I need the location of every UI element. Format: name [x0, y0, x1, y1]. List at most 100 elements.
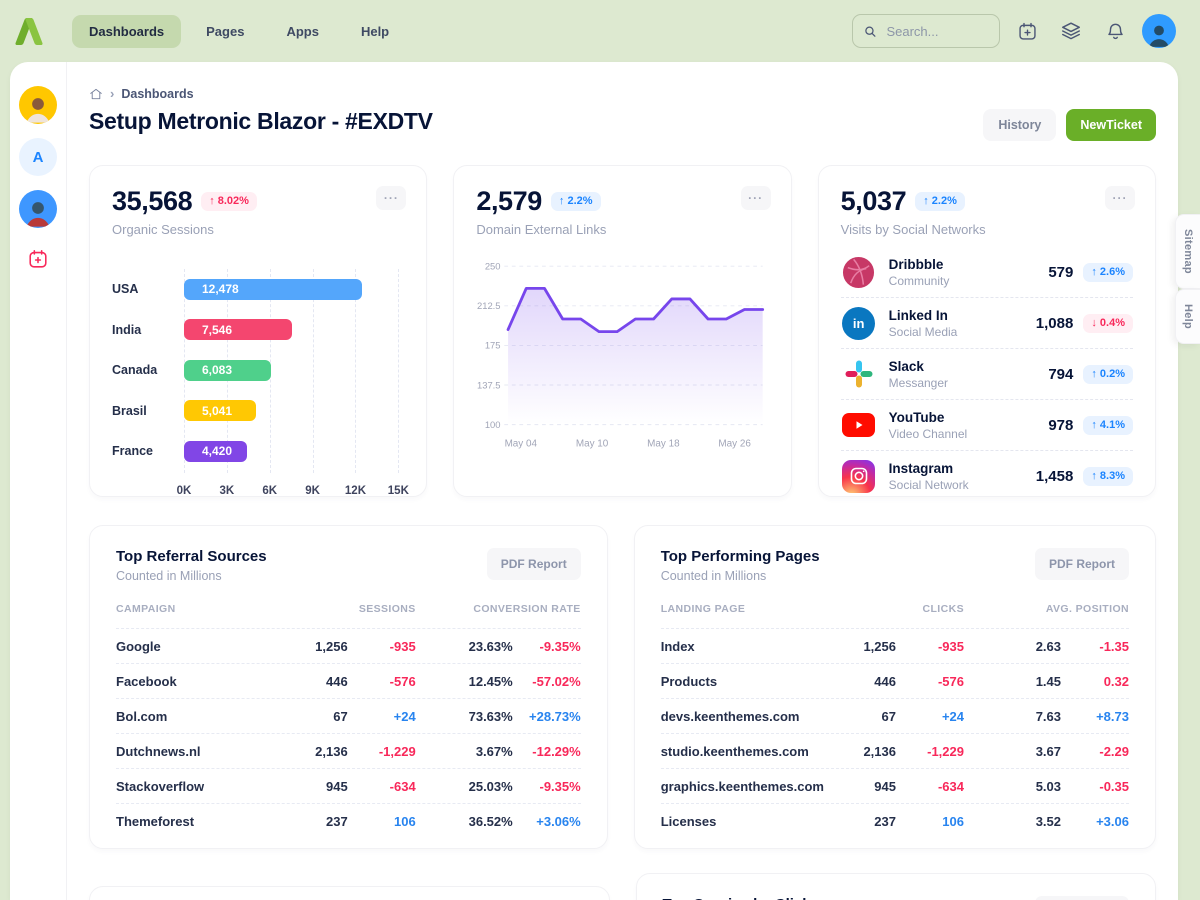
- page-content: › Dashboards Setup Metronic Blazor - #EX…: [67, 62, 1178, 900]
- metric-delta: -1,229: [904, 744, 964, 759]
- bar[interactable]: 7,546: [184, 319, 292, 340]
- apps-layers-button[interactable]: [1054, 14, 1088, 48]
- dots-menu-button[interactable]: ···: [1105, 186, 1135, 210]
- table-titles: Top Referral SourcesCounted in Millions: [116, 548, 267, 583]
- metronic-logo[interactable]: [20, 18, 38, 45]
- table-row: graphics.keenthemes.com945-6345.03-0.35: [661, 768, 1129, 803]
- row-metric-2: 3.52 +3.06: [964, 814, 1129, 829]
- history-button[interactable]: History: [983, 109, 1056, 141]
- metric-value: 12.45%: [469, 674, 513, 689]
- social-visits-card: 5,037 ↑ 2.2% Visits by Social Networks ·…: [818, 165, 1156, 497]
- metric-delta: -1,229: [356, 744, 416, 759]
- metric-value: 36.52%: [469, 814, 513, 829]
- svg-text:May 26: May 26: [719, 438, 752, 449]
- domain-links-card: 2,579 ↑ 2.2% Domain External Links ··· 2…: [453, 165, 791, 497]
- calendar-add-button[interactable]: [1010, 14, 1044, 48]
- bar[interactable]: 6,083: [184, 360, 271, 381]
- social-value: 794: [1048, 366, 1073, 383]
- bar-value-label: 4,420: [202, 444, 232, 458]
- metric-value: 3.52: [1036, 814, 1061, 829]
- dots-menu-button[interactable]: ···: [376, 186, 406, 210]
- svg-text:May 04: May 04: [505, 438, 538, 449]
- breadcrumb-item[interactable]: Dashboards: [121, 87, 193, 101]
- bar[interactable]: 12,478: [184, 279, 362, 300]
- sitemap-side-tab[interactable]: Sitemap: [1175, 214, 1200, 289]
- metric-delta: -12.29%: [521, 744, 581, 759]
- help-side-tab[interactable]: Help: [1175, 289, 1200, 344]
- row-metric-2: 2.63-1.35: [964, 639, 1129, 654]
- bar-track: 7,546: [184, 319, 398, 340]
- bar-track: 6,083: [184, 360, 398, 381]
- nav-item-help[interactable]: Help: [344, 15, 406, 48]
- social-networks-list: DribbbleCommunity579↑ 2.6%inLinked InSoc…: [841, 247, 1133, 501]
- metric-value: 446: [874, 674, 896, 689]
- row-metric-2: 36.52%+3.06%: [416, 814, 581, 829]
- row-metric-2: 5.03-0.35: [964, 779, 1129, 794]
- user-avatar[interactable]: [1142, 14, 1176, 48]
- social-text: YouTubeVideo Channel: [889, 410, 968, 441]
- stat-delta-badge: ↑ 8.02%: [201, 192, 257, 211]
- social-text: SlackMessanger: [889, 359, 948, 390]
- metric-value: 1,256: [863, 639, 896, 654]
- social-metrics: 579↑ 2.6%: [1048, 263, 1133, 282]
- table-row: studio.keenthemes.com2,136-1,2293.67-2.2…: [661, 733, 1129, 768]
- metric-value: 2.63: [1036, 639, 1061, 654]
- left-rail: A: [10, 62, 67, 900]
- rail-add-event-button[interactable]: [21, 242, 55, 276]
- bar-value-label: 7,546: [202, 323, 232, 337]
- social-desc: Video Channel: [889, 427, 968, 441]
- linkedin-icon-wrap: in: [841, 305, 877, 341]
- x-tick-label: 12K: [345, 485, 366, 497]
- dots-menu-button[interactable]: ···: [741, 186, 771, 210]
- table-column-header: AVG. POSITION: [964, 603, 1129, 615]
- table-card-header: Top Performing PagesCounted in MillionsP…: [661, 548, 1129, 583]
- nav-item-dashboards[interactable]: Dashboards: [72, 15, 181, 48]
- metric-value: 446: [326, 674, 348, 689]
- new-ticket-button[interactable]: NewTicket: [1066, 109, 1156, 141]
- bar[interactable]: 4,420: [184, 441, 247, 462]
- area-chart-svg: 250212.5175137.5100 May 04May 10May 18Ma…: [476, 253, 768, 453]
- bar-category-label: Canada: [112, 363, 184, 377]
- calendar-plus-icon: [27, 248, 49, 270]
- nav-item-pages[interactable]: Pages: [189, 15, 261, 48]
- person-silhouette-icon: [22, 196, 54, 228]
- notifications-button[interactable]: [1098, 14, 1132, 48]
- stat-cards-row: 35,568 ↑ 8.02% Organic Sessions ··· USA1…: [89, 165, 1156, 497]
- social-metrics: 1,088↓ 0.4%: [1036, 314, 1133, 333]
- social-metrics: 794↑ 0.2%: [1048, 365, 1133, 384]
- social-list-item: YouTubeVideo Channel978↑ 4.1%: [841, 400, 1133, 451]
- row-metric-1: 237106: [276, 814, 416, 829]
- metric-delta: -0.35: [1069, 779, 1129, 794]
- row-metric-1: 1,256-935: [276, 639, 416, 654]
- bar-category-label: USA: [112, 282, 184, 296]
- instagram-icon-wrap: [841, 458, 877, 494]
- bar[interactable]: 5,041: [184, 400, 256, 421]
- pdf-report-button[interactable]: PDF Report: [487, 548, 581, 580]
- home-icon[interactable]: [89, 87, 103, 101]
- bar-row: India7,546: [112, 310, 404, 351]
- bar-value-label: 6,083: [202, 363, 232, 377]
- table-column-header: CAMPAIGN: [116, 603, 276, 615]
- nav-item-apps[interactable]: Apps: [269, 15, 336, 48]
- social-name: Instagram: [889, 461, 969, 476]
- table-row: Google1,256-93523.63%-9.35%: [116, 628, 581, 663]
- x-tick-label: 3K: [220, 485, 235, 497]
- metric-value: 2,136: [315, 744, 348, 759]
- stat-value: 2,579: [476, 186, 542, 217]
- pdf-report-button[interactable]: PDF Report: [1035, 896, 1129, 900]
- rail-avatar-letter[interactable]: A: [19, 138, 57, 176]
- search-input[interactable]: [884, 23, 988, 40]
- search-box[interactable]: [852, 14, 1000, 48]
- metric-delta: +3.06: [1069, 814, 1129, 829]
- bar-track: 12,478: [184, 279, 398, 300]
- row-name: studio.keenthemes.com: [661, 744, 824, 759]
- table-column-header: SESSIONS: [276, 603, 416, 615]
- table-row: Bol.com67+2473.63%+28.73%: [116, 698, 581, 733]
- row-name: Facebook: [116, 674, 276, 689]
- rail-avatar-1[interactable]: [19, 86, 57, 124]
- social-delta-badge: ↓ 0.4%: [1083, 314, 1133, 333]
- pdf-report-button[interactable]: PDF Report: [1035, 548, 1129, 580]
- metric-delta: -9.35%: [521, 779, 581, 794]
- rail-avatar-2[interactable]: [19, 190, 57, 228]
- social-desc: Social Media: [889, 325, 958, 339]
